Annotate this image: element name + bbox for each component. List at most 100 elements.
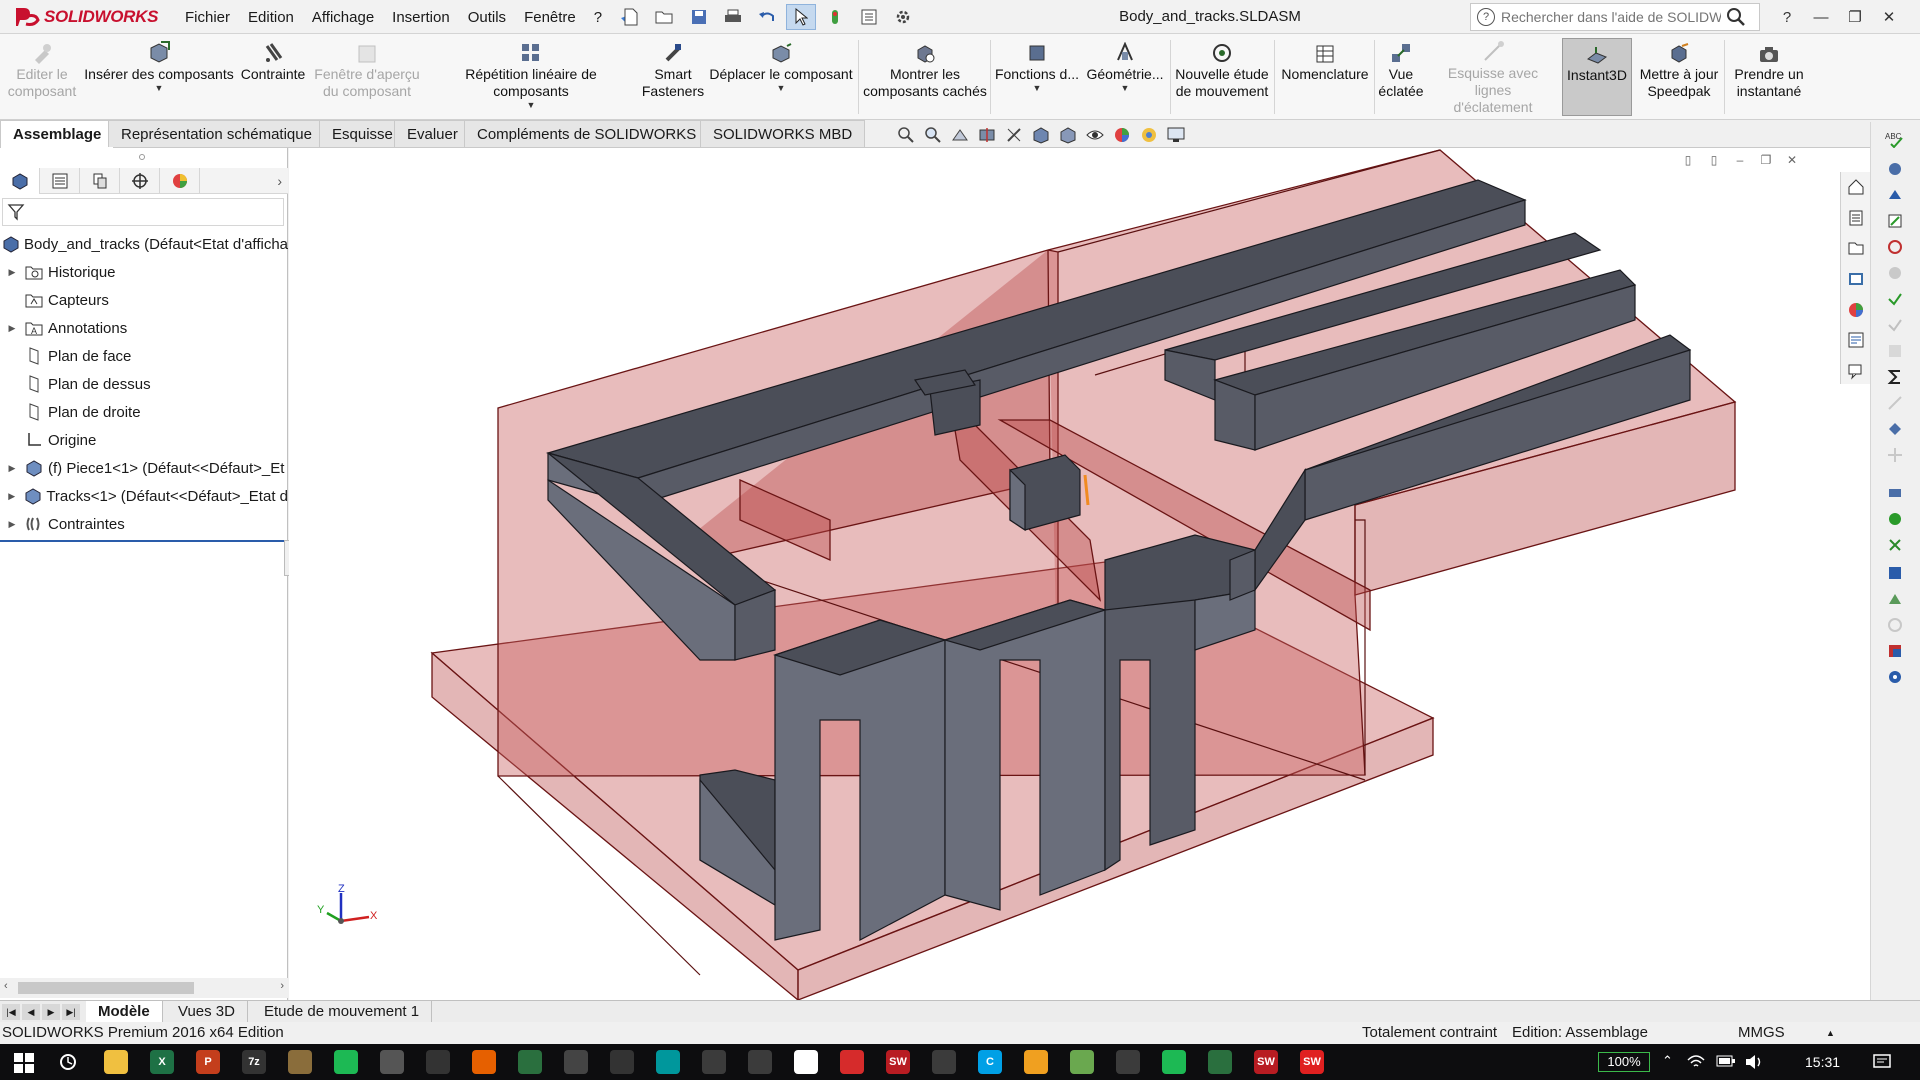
last-tab-icon[interactable]: ▶|	[62, 1004, 80, 1020]
app-icon[interactable]	[702, 1050, 726, 1074]
tab-vues-3d[interactable]: Vues 3D	[166, 1001, 248, 1023]
notifications-icon[interactable]	[1872, 1053, 1892, 1071]
custom-properties-icon[interactable]	[1843, 327, 1869, 354]
menu-fenetre[interactable]: Fenêtre	[515, 9, 585, 26]
zoom-area-icon[interactable]	[922, 124, 944, 146]
app-icon[interactable]	[794, 1050, 818, 1074]
tree-item-origine[interactable]: Origine	[0, 426, 288, 454]
tab-representation-schematique[interactable]: Représentation schématique	[108, 120, 325, 147]
task-view-icon[interactable]	[58, 1052, 78, 1072]
update-speedpak-button[interactable]: Mettre à jour Speedpak	[1636, 38, 1722, 116]
tool-icon[interactable]	[1883, 392, 1907, 414]
tool-icon[interactable]	[1883, 236, 1907, 258]
filter-icon[interactable]	[7, 203, 25, 221]
hide-show-items-icon[interactable]	[1084, 124, 1106, 146]
powerpoint-icon[interactable]: P	[196, 1050, 220, 1074]
inkscape-icon[interactable]	[426, 1050, 450, 1074]
gimp-icon[interactable]	[288, 1050, 312, 1074]
tool-icon[interactable]	[1883, 614, 1907, 636]
tool-icon[interactable]	[1883, 262, 1907, 284]
chevron-down-icon[interactable]: ▼	[777, 83, 786, 93]
expand-arrow-icon[interactable]: ▶	[6, 323, 18, 334]
design-library-icon[interactable]	[1843, 235, 1869, 262]
windows-start-icon[interactable]	[14, 1053, 34, 1073]
tool-icon[interactable]	[1883, 340, 1907, 362]
app-icon[interactable]	[1024, 1050, 1048, 1074]
dimxpert-tab-icon[interactable]	[120, 167, 160, 194]
tool-icon[interactable]	[1883, 588, 1907, 610]
tray-expand-icon[interactable]: ⌃	[1662, 1053, 1673, 1069]
arduino-icon[interactable]	[656, 1050, 680, 1074]
smart-fasteners-button[interactable]: Smart Fasteners	[640, 38, 706, 116]
new-document-icon[interactable]	[616, 4, 646, 30]
app-icon[interactable]	[1116, 1050, 1140, 1074]
tool-icon[interactable]	[1883, 666, 1907, 688]
feature-manager-tab-icon[interactable]	[0, 167, 40, 194]
previous-view-icon[interactable]	[949, 124, 971, 146]
close-x-icon[interactable]	[1883, 534, 1907, 556]
help-menu-icon[interactable]: ?	[1776, 6, 1798, 28]
undo-icon[interactable]	[752, 4, 782, 30]
resources-icon[interactable]	[1843, 205, 1869, 232]
restore-icon[interactable]: ❐	[1844, 6, 1866, 28]
property-manager-tab-icon[interactable]	[40, 167, 80, 194]
sum-icon[interactable]	[1883, 366, 1907, 388]
forum-icon[interactable]	[1843, 357, 1869, 384]
help-search-box[interactable]: ?	[1470, 3, 1760, 31]
minimize-icon[interactable]: —	[1810, 6, 1832, 28]
units-chevron-up-icon[interactable]: ▲	[1826, 1022, 1835, 1044]
assembly-features-button[interactable]: Fonctions d... ▼	[994, 38, 1080, 116]
file-explorer-icon[interactable]	[104, 1050, 128, 1074]
view-orientation-icon[interactable]	[1030, 124, 1052, 146]
gear-app-icon[interactable]	[748, 1050, 772, 1074]
firefox-icon[interactable]	[472, 1050, 496, 1074]
solidworks-icon[interactable]: SW	[1300, 1050, 1324, 1074]
select-pointer-icon[interactable]	[786, 4, 816, 30]
assembly-model-view[interactable]: .tb { fill: #c8605f; fill-opacity: 0.42;…	[289, 148, 1870, 1000]
solidworks-tool-icon[interactable]	[380, 1050, 404, 1074]
linear-pattern-button[interactable]: Répétition linéaire de composants ▼	[426, 38, 636, 116]
battery-icon[interactable]	[1716, 1054, 1736, 1068]
preview-window-button[interactable]: Fenêtre d'aperçu du composant	[312, 38, 422, 116]
search-icon[interactable]	[1725, 7, 1747, 27]
tab-complements[interactable]: Compléments de SOLIDWORKS	[464, 120, 710, 147]
file-properties-icon[interactable]	[854, 4, 884, 30]
tab-evaluer[interactable]: Evaluer	[394, 120, 471, 147]
unit-system[interactable]: MMGS	[1738, 1022, 1785, 1044]
panel-grip[interactable]	[139, 154, 145, 160]
solidworks-logo[interactable]: SOLIDWORKS	[14, 5, 158, 29]
take-snapshot-button[interactable]: Prendre un instantané	[1726, 38, 1812, 116]
insert-components-button[interactable]: Insérer des composants ▼	[84, 38, 234, 116]
scrollbar-thumb[interactable]	[18, 982, 194, 994]
chevron-down-icon[interactable]: ▼	[1121, 83, 1130, 93]
menu-insertion[interactable]: Insertion	[383, 9, 459, 26]
menu-help[interactable]: ?	[585, 9, 611, 26]
rebuild-icon[interactable]	[820, 4, 850, 30]
tree-item-capteurs[interactable]: Capteurs	[0, 286, 288, 314]
tool-icon[interactable]	[1883, 444, 1907, 466]
open-folder-icon[interactable]	[650, 4, 680, 30]
edit-component-button[interactable]: Editer le composant	[4, 38, 80, 116]
app-icon[interactable]	[564, 1050, 588, 1074]
volume-icon[interactable]	[1744, 1053, 1764, 1071]
tree-item-tracks[interactable]: ▶ Tracks<1> (Défaut<<Défaut>_Etat d	[0, 482, 288, 510]
instant3d-button[interactable]: Instant3D	[1562, 38, 1632, 116]
spotify-icon[interactable]	[1162, 1050, 1186, 1074]
tool-icon[interactable]	[1883, 314, 1907, 336]
tool-icon[interactable]	[1883, 418, 1907, 440]
tool-icon[interactable]	[1883, 158, 1907, 180]
tree-item-piece1[interactable]: ▶ (f) Piece1<1> (Défaut<<Défaut>_Et	[0, 454, 288, 482]
solidworks-2016-icon[interactable]: SW	[1254, 1050, 1278, 1074]
display-manager-tab-icon[interactable]	[160, 167, 200, 194]
excel-icon[interactable]: X	[150, 1050, 174, 1074]
tool-icon[interactable]	[1883, 562, 1907, 584]
print-icon[interactable]	[718, 4, 748, 30]
exploded-view-button[interactable]: Vue éclatée	[1378, 38, 1424, 116]
clock[interactable]: 15:31	[1805, 1044, 1840, 1080]
tree-item-plan-de-face[interactable]: Plan de face	[0, 342, 288, 370]
tool-icon[interactable]	[1883, 640, 1907, 662]
move-component-button[interactable]: Déplacer le composant ▼	[708, 38, 854, 116]
show-hidden-components-button[interactable]: Montrer les composants cachés	[862, 38, 988, 116]
menu-outils[interactable]: Outils	[459, 9, 515, 26]
tree-item-plan-de-dessus[interactable]: Plan de dessus	[0, 370, 288, 398]
